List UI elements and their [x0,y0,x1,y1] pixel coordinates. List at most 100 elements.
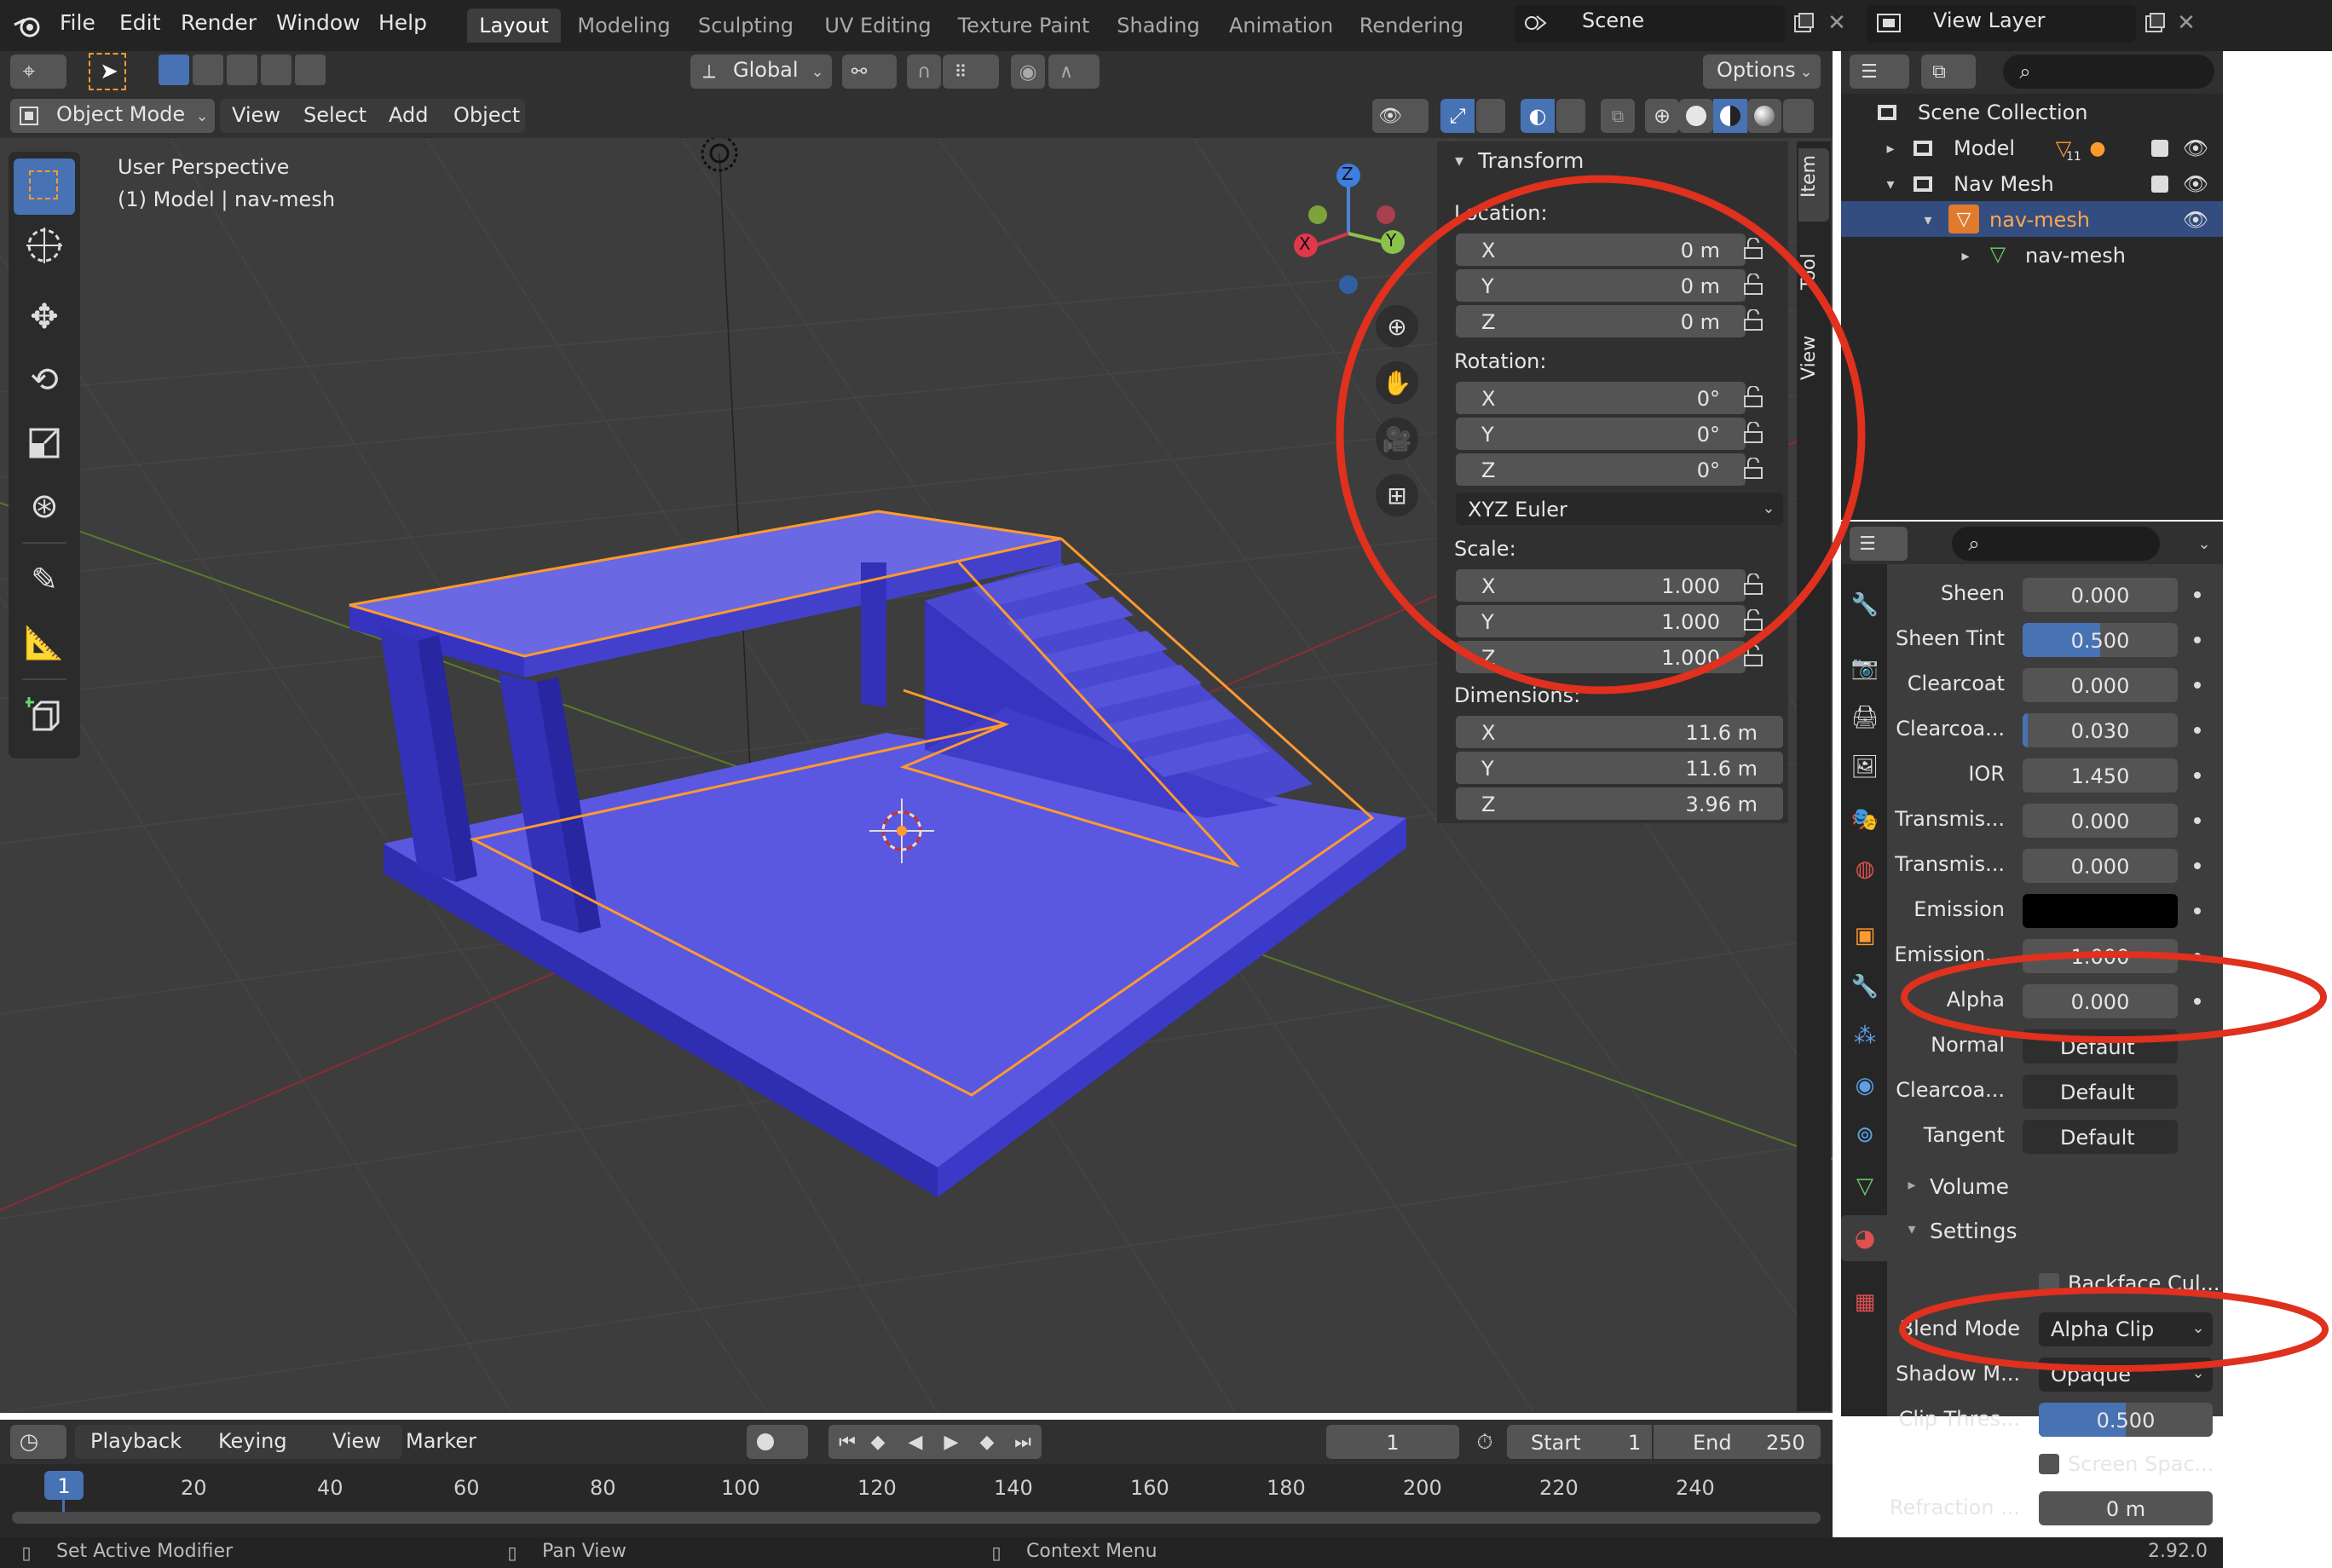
scene-selector[interactable] [1514,5,1785,43]
tab-uv-editing[interactable]: UV Editing [815,9,941,43]
output-tab-icon[interactable]: 🖨 [1848,700,1882,735]
alpha-field[interactable]: 0.000 [2023,984,2178,1018]
tangent-field[interactable]: Default [2023,1120,2178,1154]
clearcoat-roughness-field[interactable]: 0.030 [2023,713,2178,747]
add-cube-tool-icon[interactable] [19,689,70,740]
sheen-keyframe-icon[interactable] [2194,591,2201,598]
particles-tab-icon[interactable]: ⁂ [1848,1019,1882,1053]
transform-collapse-icon[interactable]: ▾ [1449,148,1469,172]
stopwatch-icon[interactable]: ⏱ [1469,1427,1500,1457]
tab-animation[interactable]: Animation [1222,9,1340,43]
transform-tool-icon[interactable]: ⊛ [19,481,70,532]
rotation-z-field[interactable]: Z 0° [1456,453,1746,486]
jump-start-icon[interactable]: ⏮ [832,1427,863,1457]
constraints-tab-icon[interactable]: ⊚ [1848,1118,1882,1152]
expand-model-icon[interactable]: ▸ [1880,136,1901,160]
new-view-layer-icon[interactable] [2141,9,2168,37]
normal-field[interactable]: Default [2023,1029,2178,1064]
lock-scale-x-icon[interactable] [1742,573,1766,597]
navmesh-include-checkbox[interactable] [2151,176,2168,193]
view-layer-name[interactable]: View Layer [1933,9,2046,32]
sheen-field[interactable]: 0.000 [2023,578,2178,612]
lock-location-x-icon[interactable] [1742,237,1766,261]
data-tab-icon[interactable]: ▽ [1848,1169,1882,1203]
menu-view[interactable]: View [232,103,280,127]
lock-rotation-x-icon[interactable] [1742,385,1766,409]
scene-tab-icon[interactable]: 🎭 [1848,803,1882,837]
pan-hand-icon[interactable]: ✋ [1376,361,1418,404]
emission-keyframe-icon[interactable] [2194,908,2201,914]
dimensions-x-field[interactable]: X 11.6 m [1456,716,1783,748]
ior-field[interactable]: 1.450 [2023,758,2178,793]
texture-tab-icon[interactable]: ▦ [1848,1285,1882,1319]
navmesh-object-eye-icon[interactable]: 👁 [2180,206,2211,233]
volume-panel-title[interactable]: Volume [1930,1174,2009,1199]
menu-add[interactable]: Add [389,103,428,127]
clip-threshold-field[interactable]: 0.500 [2039,1403,2213,1437]
remove-scene-icon[interactable]: ✕ [1824,9,1850,37]
settings-panel-title[interactable]: Settings [1930,1219,2017,1243]
cursor-tool-icon[interactable] [19,220,70,271]
location-y-field[interactable]: Y 0 m [1456,269,1746,302]
rotation-y-field[interactable]: Y 0° [1456,418,1746,450]
lock-location-y-icon[interactable] [1742,273,1766,297]
menu-help[interactable]: Help [378,10,427,35]
move-tool-icon[interactable]: ✥ [19,291,70,343]
scene-name[interactable]: Scene [1582,9,1644,32]
clearcoat-field[interactable]: 0.000 [2023,668,2178,702]
menu-edit[interactable]: Edit [119,10,160,35]
tab-layout[interactable]: Layout [467,9,561,43]
outliner-item-nav-mesh-collection[interactable]: Nav Mesh [1954,172,2054,196]
jump-end-icon[interactable]: ⏭ [1007,1427,1038,1457]
physics-tab-icon[interactable]: ◉ [1848,1069,1882,1103]
lock-scale-z-icon[interactable] [1742,644,1766,668]
expand-navmesh-object-icon[interactable]: ▾ [1918,208,1938,232]
selection-mode-invert[interactable] [261,55,292,85]
remove-view-layer-icon[interactable]: ✕ [2173,9,2199,37]
rotation-x-field[interactable]: X 0° [1456,382,1746,414]
emission-strength-field[interactable]: 1.000 [2023,939,2178,973]
transmission-roughness-field[interactable]: 0.000 [2023,849,2178,883]
dimensions-y-field[interactable]: Y 11.6 m [1456,752,1783,784]
menu-timeline-view[interactable]: View [332,1429,381,1453]
zoom-icon[interactable]: ⊕ [1376,305,1418,348]
overlay-dropdown[interactable] [1556,99,1585,133]
properties-options-chevron-icon[interactable]: ⌄ [2194,532,2214,556]
world-tab-icon[interactable]: ◍ [1848,852,1882,886]
modifier-tab-icon[interactable]: 🔧 [1848,970,1882,1004]
tab-rendering[interactable]: Rendering [1352,9,1471,43]
tab-modeling[interactable]: Modeling [569,9,678,43]
clearcoat-roughness-keyframe-icon[interactable] [2194,727,2201,734]
model-include-checkbox[interactable] [2151,140,2168,157]
menu-window[interactable]: Window [276,10,361,35]
menu-object[interactable]: Object [453,103,520,127]
play-reverse-icon[interactable]: ◀ [900,1427,931,1457]
ortho-grid-icon[interactable]: ⊞ [1376,474,1418,516]
ior-keyframe-icon[interactable] [2194,772,2201,779]
scale-y-field[interactable]: Y 1.000 [1456,605,1746,637]
menu-playback[interactable]: Playback [90,1429,182,1453]
lock-rotation-z-icon[interactable] [1742,457,1766,481]
scene-collection-label[interactable]: Scene Collection [1918,101,2088,124]
scale-tool-icon[interactable] [19,418,70,469]
model-visibility-eye-icon[interactable]: 👁 [2180,135,2211,162]
prev-keyframe-icon[interactable]: ◆ [863,1427,893,1457]
menu-render[interactable]: Render [181,10,257,35]
camera-view-icon[interactable]: 🎥 [1376,418,1418,460]
emission-strength-keyframe-icon[interactable] [2194,953,2201,960]
menu-keying[interactable]: Keying [218,1429,287,1453]
play-icon[interactable]: ▶ [936,1427,967,1457]
shading-dropdown[interactable] [1783,99,1814,133]
clearcoat-keyframe-icon[interactable] [2194,682,2201,689]
sheen-tint-keyframe-icon[interactable] [2194,637,2201,643]
menu-marker[interactable]: Marker [406,1429,476,1453]
sheen-tint-field[interactable]: 0.500 [2023,623,2178,657]
menu-file[interactable]: File [60,10,95,35]
clearcoat-normal-field[interactable]: Default [2023,1075,2178,1109]
new-scene-icon[interactable] [1790,9,1817,37]
selection-mode-new[interactable] [159,55,189,85]
screen-space-refraction-checkbox[interactable] [2039,1454,2059,1474]
scale-x-field[interactable]: X 1.000 [1456,569,1746,602]
auto-keying-toggle[interactable] [747,1425,808,1459]
expand-navmesh-collection-icon[interactable]: ▾ [1880,172,1901,196]
